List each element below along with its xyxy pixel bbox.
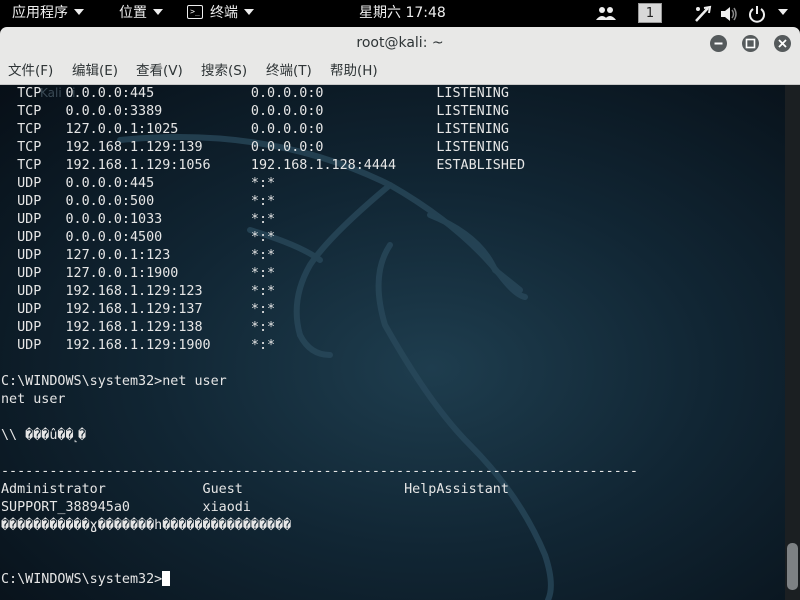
minimize-button[interactable] bbox=[710, 35, 727, 52]
maximize-button[interactable] bbox=[742, 35, 759, 52]
volume-icon[interactable] bbox=[720, 5, 738, 23]
netstat-row: UDP 127.0.0.1:123 *:* bbox=[1, 248, 276, 263]
menu-terminal[interactable]: 终端(T) bbox=[266, 59, 312, 84]
separator-line: ----------------------------------------… bbox=[1, 464, 638, 479]
netstat-row: UDP 0.0.0.0:1033 *:* bbox=[1, 212, 276, 227]
maximize-icon bbox=[745, 38, 756, 49]
user-accounts-header: \\ ���û��˻� bbox=[1, 428, 87, 443]
menu-edit[interactable]: 编辑(E) bbox=[72, 59, 118, 84]
scrollbar-thumb[interactable] bbox=[787, 543, 798, 590]
app-menu-label: 终端 bbox=[210, 5, 238, 21]
window-titlebar[interactable]: root@kali: ~ bbox=[0, 27, 800, 59]
netstat-row: TCP 0.0.0.0:445 0.0.0.0:0 LISTENING bbox=[1, 86, 509, 101]
chevron-down-icon bbox=[153, 9, 163, 15]
user-list-row: SUPPORT_388945a0 xiaodi bbox=[1, 500, 251, 515]
shell-prompt: C:\WINDOWS\system32> bbox=[1, 571, 171, 587]
people-icon[interactable] bbox=[596, 5, 616, 21]
command-line: C:\WINDOWS\system32>net user bbox=[1, 374, 227, 389]
accessibility-icon[interactable] bbox=[694, 5, 712, 23]
netstat-row: TCP 192.168.1.129:1056 192.168.1.128:444… bbox=[1, 158, 526, 173]
terminal-output: TCP 0.0.0.0:445 0.0.0.0:0 LISTENING TCP … bbox=[1, 85, 638, 589]
netstat-row: TCP 127.0.0.1:1025 0.0.0.0:0 LISTENING bbox=[1, 122, 509, 137]
menu-file[interactable]: 文件(F) bbox=[8, 59, 53, 84]
power-icon[interactable] bbox=[748, 5, 766, 23]
chevron-down-icon bbox=[244, 9, 254, 15]
chevron-down-icon bbox=[778, 9, 788, 15]
menu-view[interactable]: 查看(V) bbox=[136, 59, 183, 84]
echo-line: net user bbox=[1, 392, 66, 407]
menu-search[interactable]: 搜索(S) bbox=[201, 59, 247, 84]
terminal-scrollbar[interactable] bbox=[785, 85, 800, 600]
close-button[interactable] bbox=[774, 35, 791, 52]
system-menu[interactable] bbox=[772, 0, 788, 27]
applications-label: 应用程序 bbox=[12, 5, 68, 21]
applications-menu[interactable]: 应用程序 bbox=[12, 0, 84, 27]
chevron-down-icon bbox=[74, 9, 84, 15]
app-menu[interactable]: >_ 终端 bbox=[187, 0, 254, 27]
netstat-row: UDP 0.0.0.0:500 *:* bbox=[1, 194, 276, 209]
places-menu[interactable]: 位置 bbox=[119, 0, 163, 27]
terminal-icon: >_ bbox=[187, 5, 203, 19]
top-bar: 应用程序 位置 >_ 终端 星期六 17:48 1 bbox=[0, 0, 800, 27]
netstat-row: UDP 127.0.0.1:1900 *:* bbox=[1, 266, 276, 281]
places-label: 位置 bbox=[119, 5, 147, 21]
user-list-row: Administrator Guest HelpAssistant bbox=[1, 482, 509, 497]
netstat-row: UDP 192.168.1.129:123 *:* bbox=[1, 284, 276, 299]
terminal-area[interactable]: Kali Li TCP 0.0.0.0:445 0.0.0.0:0 LISTEN… bbox=[0, 85, 785, 600]
menu-help[interactable]: 帮助(H) bbox=[330, 59, 378, 84]
netstat-row: TCP 0.0.0.0:3389 0.0.0.0:0 LISTENING bbox=[1, 104, 509, 119]
close-icon bbox=[778, 39, 787, 48]
menu-bar: 文件(F) 编辑(E) 查看(V) 搜索(S) 终端(T) 帮助(H) bbox=[0, 59, 800, 85]
window-title: root@kali: ~ bbox=[356, 35, 444, 51]
workspace-indicator[interactable]: 1 bbox=[638, 3, 662, 23]
netstat-row: UDP 192.168.1.129:138 *:* bbox=[1, 320, 276, 335]
netstat-row: UDP 0.0.0.0:4500 *:* bbox=[1, 230, 276, 245]
netstat-row: UDP 192.168.1.129:137 *:* bbox=[1, 302, 276, 317]
clock[interactable]: 星期六 17:48 bbox=[359, 0, 446, 27]
command-status-line: �����������ɣ�������һ���������������� bbox=[1, 518, 292, 533]
minimize-icon bbox=[714, 42, 723, 45]
text-cursor bbox=[162, 571, 171, 586]
netstat-row: TCP 192.168.1.129:139 0.0.0.0:0 LISTENIN… bbox=[1, 140, 509, 155]
netstat-row: UDP 0.0.0.0:445 *:* bbox=[1, 176, 276, 191]
netstat-row: UDP 192.168.1.129:1900 *:* bbox=[1, 338, 276, 353]
